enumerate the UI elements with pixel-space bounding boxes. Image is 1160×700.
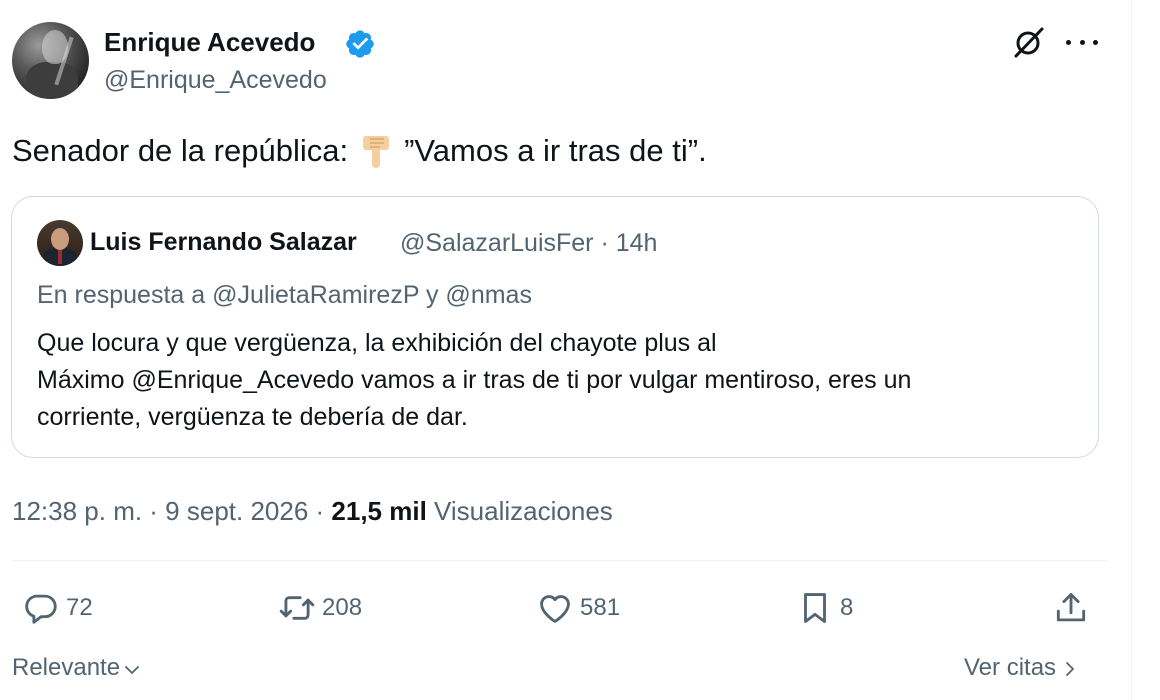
pointing-down-emoji-icon	[363, 136, 390, 168]
repost-button[interactable]: 208	[278, 588, 362, 628]
grok-icon[interactable]	[1012, 25, 1046, 59]
tweet-datetime[interactable]: 12:38 p. m. · 9 sept. 2026 ·	[12, 496, 331, 526]
tweet-text-after: ”Vamos a ir tras de ti”.	[404, 133, 707, 168]
reply-button[interactable]: 72	[22, 588, 93, 628]
reply-icon	[25, 594, 57, 624]
quoted-author-meta: @SalazarLuisFer · 14h	[400, 229, 658, 257]
reply-count: 72	[66, 594, 93, 621]
chevron-down-icon	[125, 666, 139, 674]
tweet-timestamp: 12:38 p. m. · 9 sept. 2026 · 21,5 mil Vi…	[12, 496, 613, 527]
quoted-reply-context: En respuesta a @JulietaRamirezP y @nmas	[37, 281, 532, 309]
quoted-text-line: Máximo @Enrique_Acevedo vamos a ir tras …	[37, 366, 912, 394]
author-handle[interactable]: @Enrique_Acevedo	[104, 66, 327, 95]
quoted-text-line: Que locura y que vergüenza, la exhibició…	[37, 329, 717, 357]
verified-badge-icon[interactable]	[344, 28, 376, 60]
more-icon[interactable]	[1066, 28, 1098, 56]
views-count: 21,5 mil	[331, 496, 427, 526]
sort-replies-dropdown[interactable]: Relevante	[12, 654, 142, 682]
view-quotes-label: Ver citas	[964, 654, 1057, 681]
author-name[interactable]: Enrique Acevedo	[104, 27, 315, 58]
author-avatar[interactable]	[12, 22, 89, 99]
action-bar: 72 208 581 8	[0, 588, 1131, 628]
view-quotes-link[interactable]: Ver citas	[964, 654, 1080, 682]
column-border	[1131, 0, 1132, 700]
repost-icon	[279, 596, 315, 620]
quoted-tweet-card[interactable]: Luis Fernando Salazar @SalazarLuisFer · …	[11, 196, 1099, 458]
tweet-text: Senador de la república: ”Vamos a ir tra…	[12, 132, 707, 170]
quoted-text-line: corriente, vergüenza te debería de dar.	[37, 403, 468, 431]
sort-label: Relevante	[12, 654, 121, 681]
like-icon	[540, 595, 570, 623]
like-button[interactable]: 581	[536, 588, 620, 628]
tweet-text-before: Senador de la república:	[12, 133, 349, 168]
bookmark-icon	[804, 593, 826, 623]
share-button[interactable]	[1052, 588, 1090, 628]
chevron-right-icon	[1066, 662, 1074, 676]
quoted-tweet-text: Que locura y que vergüenza, la exhibició…	[37, 325, 1087, 436]
repost-count: 208	[322, 594, 363, 621]
share-icon	[1056, 593, 1086, 622]
quoted-author-name[interactable]: Luis Fernando Salazar	[90, 228, 357, 257]
bookmark-button[interactable]: 8	[796, 588, 853, 628]
views-label: Visualizaciones	[426, 496, 613, 526]
like-count: 581	[580, 594, 621, 621]
quoted-author-avatar[interactable]	[37, 220, 83, 266]
divider	[12, 560, 1107, 561]
bookmark-count: 8	[840, 594, 854, 621]
